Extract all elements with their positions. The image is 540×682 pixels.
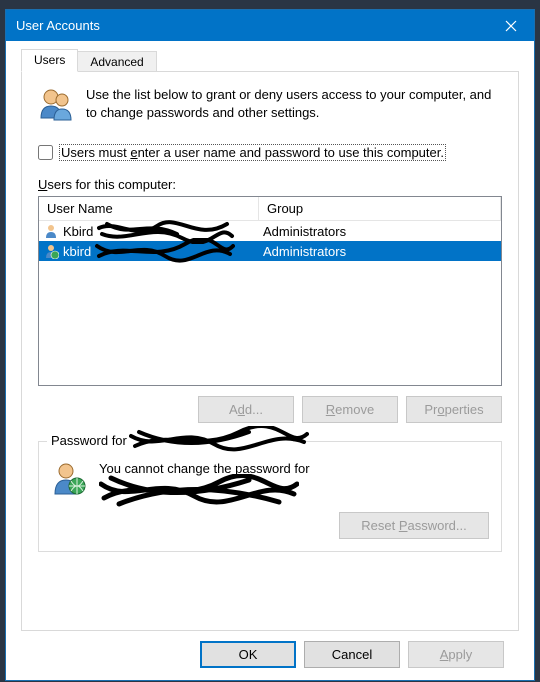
intro-row: Use the list below to grant or deny user… [38, 86, 502, 122]
require-login-label[interactable]: Users must enter a user name and passwor… [59, 144, 446, 161]
redaction-scribble [99, 480, 269, 500]
list-buttons-row: Add... Remove Properties [38, 396, 502, 423]
user-head-globe-icon [43, 243, 59, 259]
tab-users[interactable]: Users [21, 49, 78, 72]
tab-advanced[interactable]: Advanced [78, 51, 156, 72]
redaction-scribble [95, 242, 215, 260]
dialog-buttons: OK Cancel Apply [21, 631, 519, 668]
password-group-legend: Password for [47, 433, 293, 448]
table-row[interactable]: kbird Administrators [39, 241, 501, 261]
users-listview[interactable]: User Name Group Kbird Administrators [38, 196, 502, 386]
redaction-scribble [129, 434, 289, 448]
cancel-button[interactable]: Cancel [304, 641, 400, 668]
add-button[interactable]: Add... [198, 396, 294, 423]
row-group: Administrators [259, 224, 501, 239]
col-header-username[interactable]: User Name [39, 197, 259, 220]
row-username: Kbird [63, 224, 93, 239]
close-icon [505, 20, 517, 32]
row-username: kbird [63, 244, 91, 259]
tabstrip: Users Advanced [21, 49, 519, 72]
password-group: Password for You [38, 441, 502, 552]
intro-text: Use the list below to grant or deny user… [86, 86, 502, 122]
require-login-row: Users must enter a user name and passwor… [38, 144, 502, 161]
tab-page-users: Use the list below to grant or deny user… [21, 71, 519, 631]
user-accounts-window: User Accounts Users Advanced Use the lis [5, 9, 535, 681]
apply-button[interactable]: Apply [408, 641, 504, 668]
password-button-row: Reset Password... [51, 512, 489, 539]
users-list-label: Users for this computer: [38, 177, 502, 192]
ok-button[interactable]: OK [200, 641, 296, 668]
col-header-group[interactable]: Group [259, 197, 501, 220]
close-button[interactable] [488, 10, 534, 41]
users-icon [38, 86, 74, 122]
user-globe-icon [51, 460, 87, 496]
row-group: Administrators [259, 244, 501, 259]
password-text: You cannot change the password for [99, 460, 310, 500]
titlebar[interactable]: User Accounts [6, 10, 534, 41]
properties-button[interactable]: Properties [406, 396, 502, 423]
reset-password-button[interactable]: Reset Password... [339, 512, 489, 539]
window-title: User Accounts [16, 18, 488, 33]
remove-button[interactable]: Remove [302, 396, 398, 423]
user-head-icon [43, 223, 59, 239]
require-login-checkbox[interactable] [38, 145, 53, 160]
client-area: Users Advanced Use the list below to gra… [6, 41, 534, 680]
password-body: You cannot change the password for [51, 460, 489, 500]
